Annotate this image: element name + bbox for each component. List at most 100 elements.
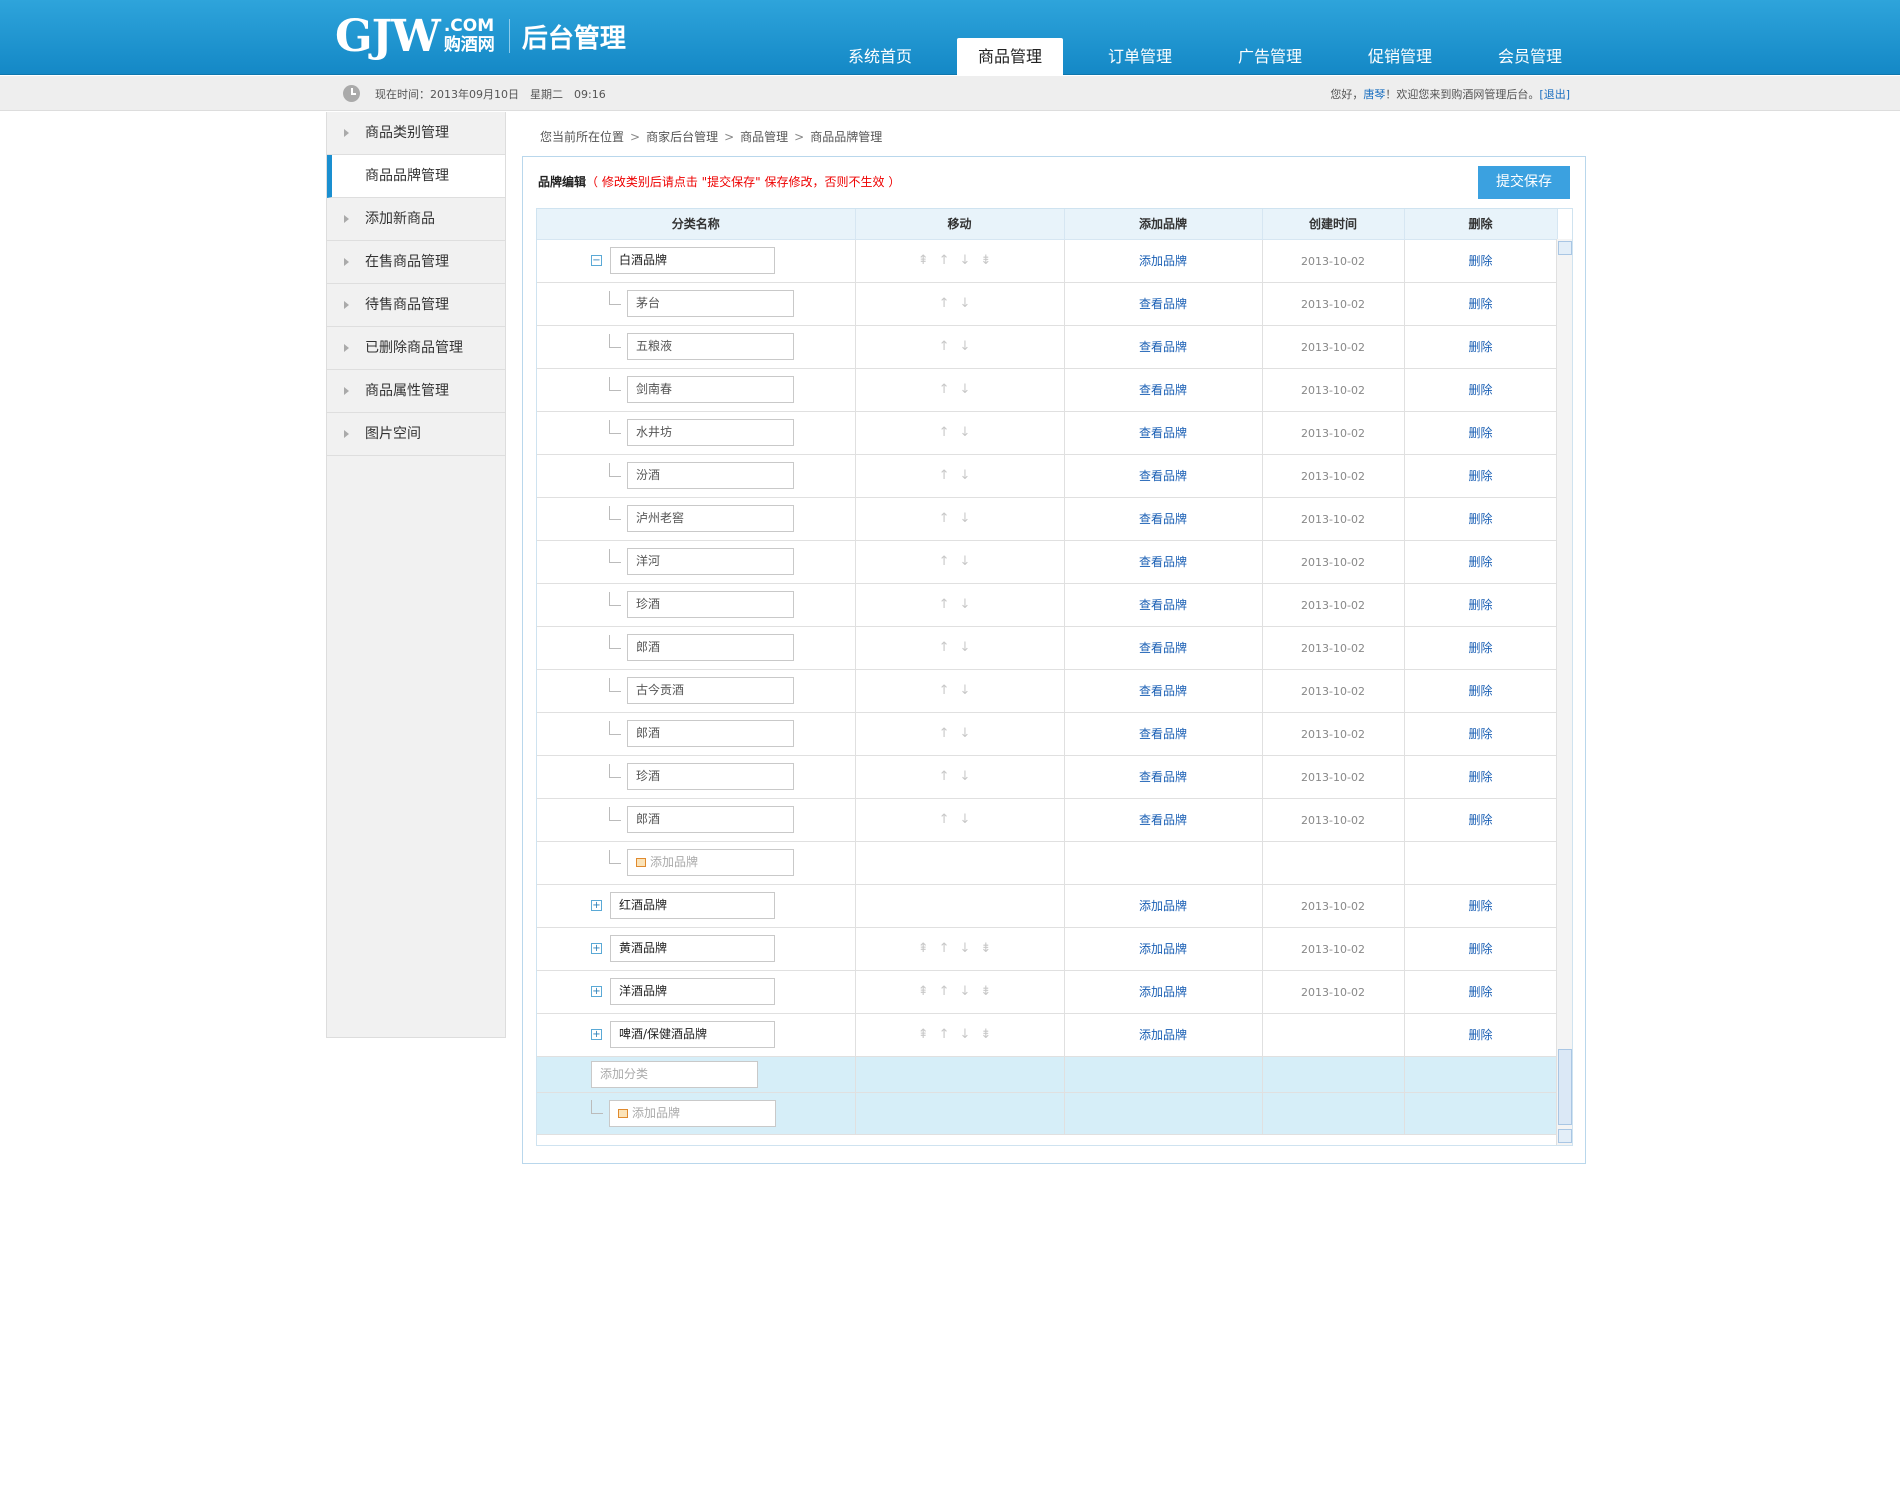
- move-arrows-icon[interactable]: ↑↓: [939, 769, 981, 784]
- add-brand-input[interactable]: 添加品牌: [609, 1099, 776, 1127]
- user-name[interactable]: 唐琴: [1363, 88, 1385, 101]
- brand-link[interactable]: 查看品牌: [1139, 813, 1187, 827]
- brand-name-input[interactable]: 剑南春: [627, 376, 794, 403]
- brand-link[interactable]: 添加品牌: [1139, 1028, 1187, 1042]
- move-arrows-icon[interactable]: ↑↓: [939, 812, 981, 827]
- move-arrows-icon[interactable]: ↑↓: [939, 726, 981, 741]
- brand-link[interactable]: 查看品牌: [1139, 770, 1187, 784]
- scrollbar[interactable]: [1556, 239, 1572, 1145]
- expand-icon[interactable]: +: [591, 986, 602, 997]
- sidebar-item-add-goods[interactable]: 添加新商品: [327, 198, 505, 241]
- category-name-input[interactable]: 红酒品牌: [610, 892, 775, 919]
- sidebar-item-on-sale[interactable]: 在售商品管理: [327, 241, 505, 284]
- delete-link[interactable]: 删除: [1468, 770, 1492, 784]
- add-category-input[interactable]: 添加分类: [591, 1060, 758, 1088]
- move-arrows-icon[interactable]: ↑↓: [939, 382, 981, 397]
- move-arrows-icon[interactable]: ↑↓: [939, 296, 981, 311]
- nav-members[interactable]: 会员管理: [1465, 38, 1595, 75]
- delete-link[interactable]: 删除: [1468, 469, 1492, 483]
- brand-link[interactable]: 查看品牌: [1139, 684, 1187, 698]
- brand-link[interactable]: 查看品牌: [1139, 383, 1187, 397]
- expand-icon[interactable]: +: [591, 900, 602, 911]
- expand-icon[interactable]: +: [591, 1029, 602, 1040]
- logo[interactable]: GJW .COM 购酒网 后台管理: [335, 10, 626, 62]
- brand-name-input[interactable]: 洋河: [627, 548, 794, 575]
- brand-link[interactable]: 添加品牌: [1139, 899, 1187, 913]
- brand-name-input[interactable]: 郎酒: [627, 806, 794, 833]
- delete-link[interactable]: 删除: [1468, 340, 1492, 354]
- breadcrumb-item[interactable]: 商品管理: [740, 130, 788, 144]
- brand-name-input[interactable]: 泸州老窖: [627, 505, 794, 532]
- brand-link[interactable]: 查看品牌: [1139, 555, 1187, 569]
- brand-name-input[interactable]: 水井坊: [627, 419, 794, 446]
- brand-name-input[interactable]: 郎酒: [627, 634, 794, 661]
- delete-link[interactable]: 删除: [1468, 254, 1492, 268]
- brand-name-input[interactable]: 茅台: [627, 290, 794, 317]
- delete-link[interactable]: 删除: [1468, 813, 1492, 827]
- brand-name-input[interactable]: 珍酒: [627, 763, 794, 790]
- nav-ads[interactable]: 广告管理: [1205, 38, 1335, 75]
- delete-link[interactable]: 删除: [1468, 426, 1492, 440]
- delete-link[interactable]: 删除: [1468, 1028, 1492, 1042]
- sidebar-item-category[interactable]: 商品类别管理: [327, 112, 505, 155]
- delete-link[interactable]: 删除: [1468, 383, 1492, 397]
- delete-link[interactable]: 删除: [1468, 555, 1492, 569]
- move-arrows-icon[interactable]: ⇞↑↓⇟: [918, 941, 1002, 956]
- breadcrumb-item[interactable]: 商家后台管理: [646, 130, 718, 144]
- brand-name-input[interactable]: 珍酒: [627, 591, 794, 618]
- brand-link[interactable]: 查看品牌: [1139, 512, 1187, 526]
- sidebar-item-attributes[interactable]: 商品属性管理: [327, 370, 505, 413]
- logout-link[interactable]: [退出]: [1539, 88, 1570, 101]
- sidebar-item-deleted[interactable]: 已删除商品管理: [327, 327, 505, 370]
- nav-orders[interactable]: 订单管理: [1075, 38, 1205, 75]
- move-arrows-icon[interactable]: ↑↓: [939, 425, 981, 440]
- sidebar-item-brand[interactable]: 商品品牌管理: [327, 155, 505, 198]
- delete-link[interactable]: 删除: [1468, 684, 1492, 698]
- move-arrows-icon[interactable]: ↑↓: [939, 640, 981, 655]
- delete-link[interactable]: 删除: [1468, 641, 1492, 655]
- brand-link[interactable]: 添加品牌: [1139, 254, 1187, 268]
- brand-link[interactable]: 查看品牌: [1139, 469, 1187, 483]
- collapse-icon[interactable]: −: [591, 255, 602, 266]
- move-arrows-icon[interactable]: ↑↓: [939, 597, 981, 612]
- add-brand-input[interactable]: 添加品牌: [627, 849, 794, 876]
- brand-name-input[interactable]: 汾酒: [627, 462, 794, 489]
- brand-name-input[interactable]: 古今贡酒: [627, 677, 794, 704]
- brand-name-input[interactable]: 郎酒: [627, 720, 794, 747]
- category-name-input[interactable]: 黄酒品牌: [610, 935, 775, 962]
- sidebar-item-pending[interactable]: 待售商品管理: [327, 284, 505, 327]
- move-arrows-icon[interactable]: ⇞↑↓⇟: [918, 984, 1002, 999]
- scroll-thumb[interactable]: [1558, 1049, 1572, 1125]
- move-arrows-icon[interactable]: ↑↓: [939, 468, 981, 483]
- brand-link[interactable]: 查看品牌: [1139, 426, 1187, 440]
- delete-link[interactable]: 删除: [1468, 297, 1492, 311]
- delete-link[interactable]: 删除: [1468, 942, 1492, 956]
- nav-home[interactable]: 系统首页: [815, 38, 945, 75]
- brand-link[interactable]: 查看品牌: [1139, 641, 1187, 655]
- nav-promo[interactable]: 促销管理: [1335, 38, 1465, 75]
- delete-link[interactable]: 删除: [1468, 727, 1492, 741]
- move-arrows-icon[interactable]: ↑↓: [939, 683, 981, 698]
- move-arrows-icon[interactable]: ↑↓: [939, 554, 981, 569]
- move-arrows-icon[interactable]: ⇞↑↓⇟: [918, 1027, 1002, 1042]
- nav-goods[interactable]: 商品管理: [957, 38, 1063, 75]
- brand-link[interactable]: 查看品牌: [1139, 297, 1187, 311]
- delete-link[interactable]: 删除: [1468, 899, 1492, 913]
- category-name-input[interactable]: 洋酒品牌: [610, 978, 775, 1005]
- delete-link[interactable]: 删除: [1468, 598, 1492, 612]
- expand-icon[interactable]: +: [591, 943, 602, 954]
- scroll-up-icon[interactable]: [1558, 241, 1572, 255]
- sidebar-item-images[interactable]: 图片空间: [327, 413, 505, 456]
- brand-link[interactable]: 查看品牌: [1139, 598, 1187, 612]
- scroll-down-icon[interactable]: [1558, 1129, 1572, 1143]
- brand-link[interactable]: 添加品牌: [1139, 985, 1187, 999]
- category-name-input[interactable]: 啤酒/保健酒品牌: [610, 1021, 775, 1048]
- submit-save-button[interactable]: 提交保存: [1478, 166, 1570, 199]
- brand-name-input[interactable]: 五粮液: [627, 333, 794, 360]
- brand-link[interactable]: 添加品牌: [1139, 942, 1187, 956]
- delete-link[interactable]: 删除: [1468, 512, 1492, 526]
- brand-link[interactable]: 查看品牌: [1139, 340, 1187, 354]
- brand-link[interactable]: 查看品牌: [1139, 727, 1187, 741]
- category-name-input[interactable]: 白酒品牌: [610, 247, 775, 274]
- move-arrows-icon[interactable]: ⇞↑↓⇟: [918, 253, 1002, 268]
